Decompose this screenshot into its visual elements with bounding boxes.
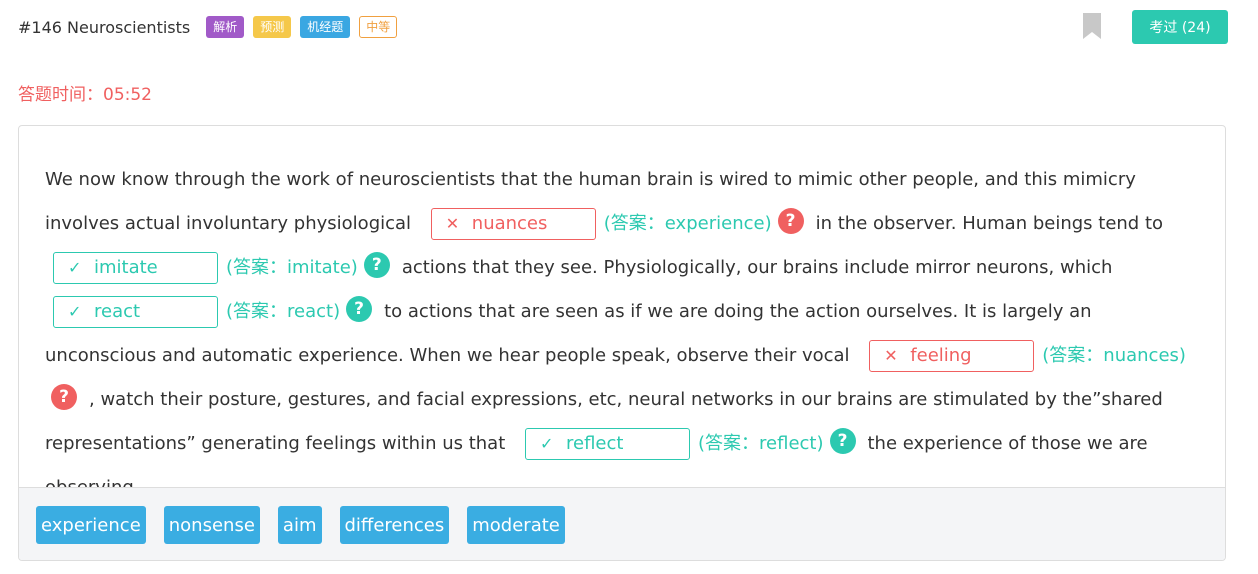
blank-value: react [94,301,141,322]
question-header: #146 Neuroscientists 解析 预测 机经题 中等 [18,12,406,42]
passage-segment: in the observer. Human beings tend to [815,213,1164,234]
tag-exam-question[interactable]: 机经题 [300,16,351,38]
tag-difficulty: 中等 [359,16,398,38]
word-option[interactable]: nonsense [163,506,260,544]
check-icon: ✓ [68,258,82,277]
passage-segment: actions that they see. Physiologically, … [401,257,1113,278]
question-panel: We now know through the work of neurosci… [18,125,1226,561]
help-icon[interactable]: ? [777,208,804,234]
blank-value: reflect [566,433,624,454]
blank-value: imitate [94,257,158,278]
blank-input-3[interactable]: ✓ react [53,296,218,328]
blank-input-4[interactable]: ✕ feeling [869,340,1035,372]
word-option[interactable]: experience [36,506,146,544]
blank-input-5[interactable]: ✓ reflect [525,428,690,460]
help-icon[interactable]: ? [51,384,77,410]
wrong-icon: ✕ [445,214,460,233]
exam-count-button[interactable]: 考过 (24) [1132,10,1228,44]
bookmark-icon[interactable] [1083,13,1101,39]
answer-label: (答案：nuances) [1042,345,1186,366]
answer-timer: 答题时间：05:52 [18,85,152,105]
word-option[interactable]: moderate [467,506,565,544]
check-icon: ✓ [68,302,82,321]
blank-value: nuances [471,213,548,234]
passage-text: We now know through the work of neurosci… [45,158,1205,510]
wrong-icon: ✕ [884,346,898,365]
answer-label: (答案：imitate) [226,257,358,278]
help-icon[interactable]: ? [346,296,373,322]
tag-analysis[interactable]: 解析 [206,16,245,38]
word-option[interactable]: aim [277,506,322,544]
word-bank: experience nonsense aim differences mode… [19,487,1225,560]
blank-input-1[interactable]: ✕ nuances [430,208,596,240]
word-option[interactable]: differences [339,506,450,544]
check-icon: ✓ [540,434,554,453]
answer-label: (答案：reflect) [698,433,824,454]
blank-input-2[interactable]: ✓ imitate [53,252,218,284]
blank-value: feeling [910,345,972,366]
answer-label: (答案：react) [226,301,341,322]
help-icon[interactable]: ? [829,428,856,454]
answer-label: (答案：experience) [603,213,772,234]
question-title: #146 Neuroscientists [18,17,191,37]
tag-prediction[interactable]: 预测 [253,16,292,38]
help-icon[interactable]: ? [363,252,390,278]
